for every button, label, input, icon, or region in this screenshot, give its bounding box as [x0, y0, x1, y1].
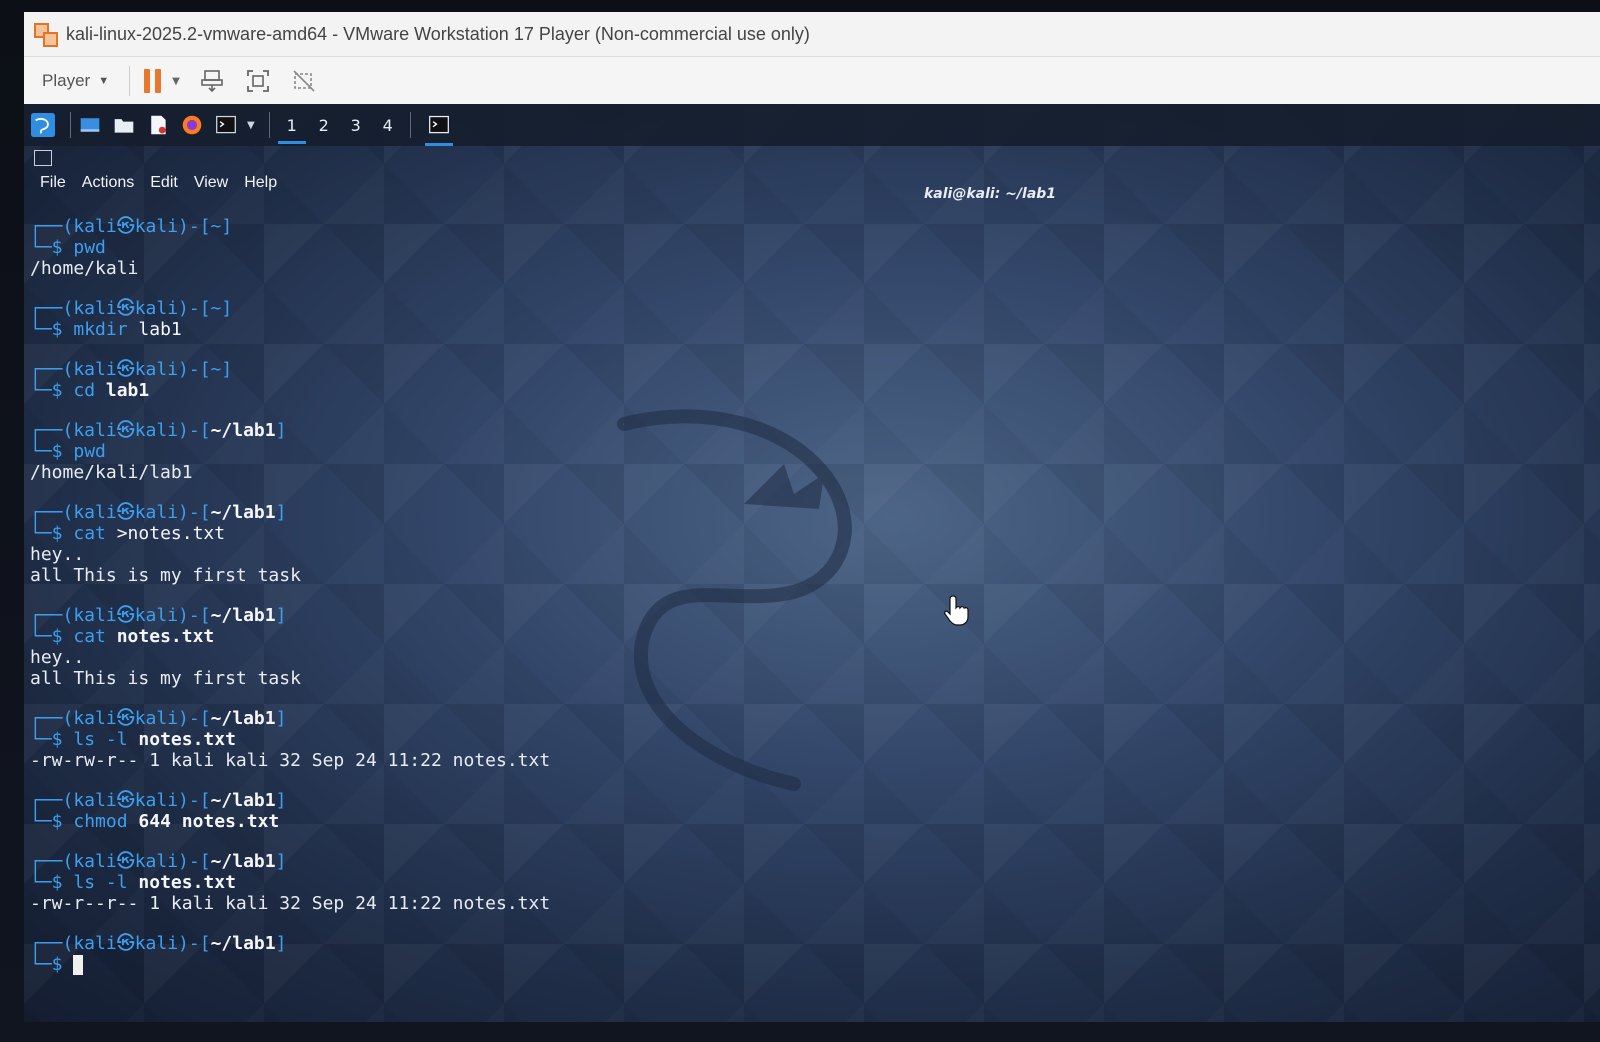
- output-line: all This is my first task: [30, 668, 301, 689]
- player-menu-label: Player: [42, 71, 91, 90]
- command-input-line[interactable]: └─$: [30, 954, 1230, 975]
- send-ctrl-alt-del-icon[interactable]: [198, 67, 226, 95]
- vmware-toolbar: Player ▼ ▼: [24, 57, 1600, 106]
- show-desktop-icon[interactable]: [77, 112, 103, 138]
- command-block: ┌──(kali㉿kali)-[~] └─$ pwd /home/kali: [30, 216, 1230, 279]
- command-line: └─$ cat notes.txt: [30, 626, 215, 647]
- terminal-output[interactable]: ┌──(kali㉿kali)-[~] └─$ pwd /home/kali ┌─…: [30, 216, 1230, 994]
- text-editor-icon[interactable]: [145, 112, 171, 138]
- prompt-line: ┌──(kali㉿kali)-[~]: [30, 359, 233, 380]
- prompt-line: ┌──(kali㉿kali)-[~/lab1]: [30, 790, 287, 811]
- workspace-2[interactable]: 2: [308, 116, 340, 135]
- output-line: hey..: [30, 544, 85, 565]
- menu-actions[interactable]: Actions: [74, 174, 142, 192]
- terminal-icon: [428, 115, 449, 134]
- vmware-window: kali-linux-2025.2-vmware-amd64 - VMware …: [24, 12, 1600, 1022]
- taskbar-divider: [70, 112, 71, 138]
- monitor-bezel: kali-linux-2025.2-vmware-amd64 - VMware …: [0, 0, 1600, 1042]
- hand-pointer-icon: [944, 595, 969, 626]
- file-manager-icon[interactable]: [111, 112, 137, 138]
- xfce-taskbar: ▼ 1 2 3 4: [24, 104, 1600, 146]
- workspace-4[interactable]: 4: [372, 116, 404, 135]
- prompt-line: ┌──(kali㉿kali)-[~]: [30, 216, 233, 237]
- prompt-line: ┌──(kali㉿kali)-[~/lab1]: [30, 708, 287, 729]
- vmware-app-icon: [32, 21, 58, 47]
- window-titlebar: kali-linux-2025.2-vmware-amd64 - VMware …: [24, 12, 1600, 57]
- prompt-line: ┌──(kali㉿kali)-[~/lab1]: [30, 933, 287, 954]
- window-menu-icon[interactable]: [34, 150, 52, 166]
- terminal-launcher-icon[interactable]: [213, 112, 239, 138]
- menu-view[interactable]: View: [186, 174, 236, 192]
- chevron-down-icon[interactable]: ▼: [247, 120, 255, 131]
- command-block: ┌──(kali㉿kali)-[~/lab1] └─$ chmod 644 no…: [30, 790, 1230, 832]
- output-line: -rw-r--r-- 1 kali kali 32 Sep 24 11:22 n…: [30, 893, 551, 914]
- pause-button[interactable]: ▼: [144, 69, 180, 93]
- command-block: ┌──(kali㉿kali)-[~/lab1] └─$ ls -l notes.…: [30, 851, 1230, 914]
- command-block: ┌──(kali㉿kali)-[~/lab1] └─$ ls -l notes.…: [30, 708, 1230, 771]
- unity-icon[interactable]: [290, 67, 318, 95]
- taskbar-divider: [409, 112, 411, 138]
- workspace-3[interactable]: 3: [340, 116, 372, 135]
- taskbar-divider: [268, 112, 270, 138]
- toolbar-divider: [129, 66, 131, 96]
- prompt-line: ┌──(kali㉿kali)-[~]: [30, 298, 233, 319]
- command-line: └─$ pwd: [30, 237, 106, 258]
- kali-menu-icon[interactable]: [30, 112, 56, 138]
- output-line: /home/kali: [30, 258, 139, 279]
- chevron-down-icon: ▼: [98, 75, 110, 87]
- menu-edit[interactable]: Edit: [142, 174, 186, 192]
- player-menu-button[interactable]: Player ▼: [36, 67, 115, 95]
- command-block: ┌──(kali㉿kali)-[~/lab1] └─$ cat notes.tx…: [30, 605, 1230, 689]
- firefox-icon[interactable]: [179, 112, 205, 138]
- output-line: /home/kali/lab1: [30, 462, 193, 483]
- command-block: ┌──(kali㉿kali)-[~/lab1] └─$ cat >notes.t…: [30, 502, 1230, 586]
- output-line: -rw-rw-r-- 1 kali kali 32 Sep 24 11:22 n…: [30, 750, 551, 771]
- fullscreen-icon[interactable]: [244, 67, 272, 95]
- command-line: └─$ cat >notes.txt: [30, 523, 226, 544]
- command-block: ┌──(kali㉿kali)-[~] └─$ cd lab1: [30, 359, 1230, 401]
- pause-icon: [144, 69, 166, 93]
- command-line: └─$ mkdir lab1: [30, 319, 182, 340]
- command-block: ┌──(kali㉿kali)-[~] └─$ mkdir lab1: [30, 298, 1230, 340]
- terminal-window-controls: [24, 146, 1600, 170]
- output-line: hey..: [30, 647, 85, 668]
- menu-help[interactable]: Help: [236, 174, 285, 192]
- window-title: kali-linux-2025.2-vmware-amd64 - VMware …: [66, 23, 810, 44]
- output-line: all This is my first task: [30, 565, 301, 586]
- command-line: └─$ pwd: [30, 441, 106, 462]
- prompt-line: ┌──(kali㉿kali)-[~/lab1]: [30, 605, 287, 626]
- command-block: ┌──(kali㉿kali)-[~/lab1] └─$ pwd /home/ka…: [30, 420, 1230, 483]
- prompt-line: ┌──(kali㉿kali)-[~/lab1]: [30, 420, 287, 441]
- command-line: └─$ ls -l notes.txt: [30, 872, 236, 893]
- guest-desktop: ▼ 1 2 3 4 File Actions Edit View Help ka…: [24, 104, 1600, 1022]
- workspace-1[interactable]: 1: [276, 116, 308, 144]
- menu-file[interactable]: File: [32, 174, 74, 192]
- command-line: └─$ cd lab1: [30, 380, 150, 401]
- command-block: ┌──(kali㉿kali)-[~/lab1] └─$: [30, 933, 1230, 975]
- prompt-line: ┌──(kali㉿kali)-[~/lab1]: [30, 502, 287, 523]
- command-line: └─$ chmod 644 notes.txt: [30, 811, 280, 832]
- prompt-line: ┌──(kali㉿kali)-[~/lab1]: [30, 851, 287, 872]
- terminal-menubar: File Actions Edit View Help: [32, 174, 285, 192]
- terminal-title: kali@kali: ~/lab1: [924, 186, 1057, 202]
- pause-dropdown-icon[interactable]: ▼: [172, 76, 180, 87]
- terminal-window-button[interactable]: [423, 111, 455, 146]
- text-cursor: [73, 955, 84, 975]
- command-line: └─$ ls -l notes.txt: [30, 729, 236, 750]
